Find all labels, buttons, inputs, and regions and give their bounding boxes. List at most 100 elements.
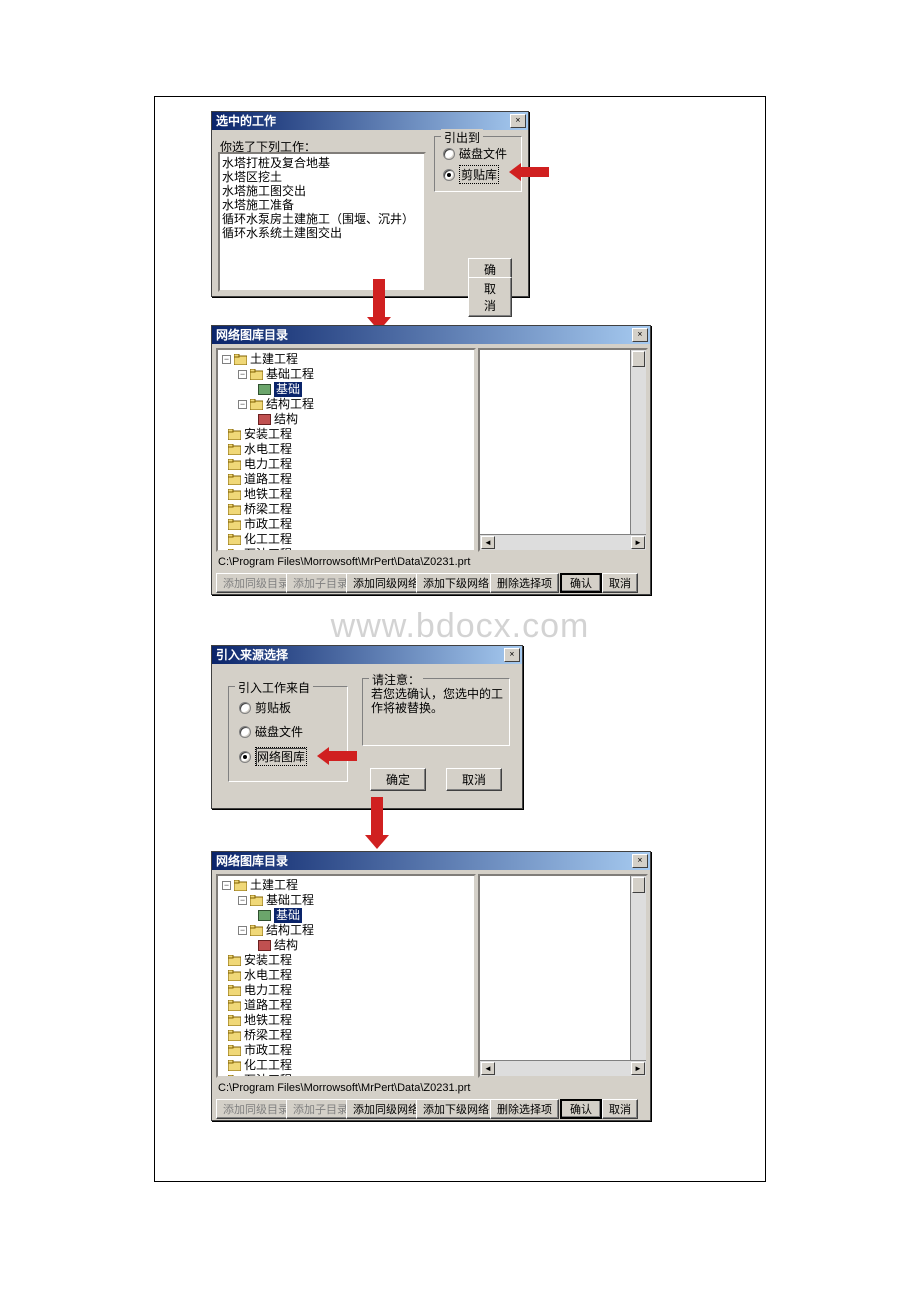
close-icon[interactable]: × <box>504 648 520 662</box>
folder-icon <box>228 955 241 966</box>
tree-leaf-selected[interactable]: 基础 <box>220 382 472 397</box>
folder-icon <box>228 504 241 515</box>
dialog-title: 网络图库目录 <box>216 326 288 344</box>
folder-icon <box>228 459 241 470</box>
add-net-sibling-button[interactable]: 添加同级网络 <box>346 1099 426 1119</box>
tree-node[interactable]: 水电工程 <box>220 442 472 457</box>
folder-icon <box>250 895 263 906</box>
close-icon[interactable]: × <box>510 114 526 128</box>
folder-icon <box>234 354 247 365</box>
tree-node[interactable]: 石油工程 <box>220 1073 472 1078</box>
tree-view[interactable]: − 土建工程 − 基础工程 基础 − 结构工程 结构 安装工 <box>216 874 476 1078</box>
radio-disk-file[interactable]: 磁盘文件 <box>239 723 303 740</box>
tree-node[interactable]: − 土建工程 <box>220 352 472 367</box>
folder-icon <box>228 970 241 981</box>
folder-icon <box>228 1000 241 1011</box>
titlebar: 网络图库目录 × <box>212 326 650 344</box>
tree-node[interactable]: − 结构工程 <box>220 923 472 938</box>
scrollbar-horizontal[interactable]: ◄► <box>480 1060 646 1076</box>
file-path: C:\Program Files\Morrowsoft\MrPert\Data\… <box>218 556 470 568</box>
collapse-icon[interactable]: − <box>222 881 231 890</box>
collapse-icon[interactable]: − <box>222 355 231 364</box>
preview-pane: ◄► <box>478 348 648 552</box>
scrollbar-vertical[interactable] <box>630 876 646 1076</box>
tree-node[interactable]: 桥梁工程 <box>220 1028 472 1043</box>
tree-node[interactable]: 道路工程 <box>220 998 472 1013</box>
tree-view[interactable]: − 土建工程 − 基础工程 基础 − 结构工程 结构 安装工 <box>216 348 476 552</box>
tree-node[interactable]: 石油工程 <box>220 547 472 552</box>
leaf-icon <box>258 940 271 951</box>
radio-icon <box>239 702 251 714</box>
tree-node[interactable]: − 土建工程 <box>220 878 472 893</box>
note-group: 请注意： 若您选确认，您选中的工作将被替换。 <box>362 678 510 746</box>
cancel-button[interactable]: 取消 <box>602 573 638 593</box>
list-item: 水塔打桩及复合地基 <box>222 156 422 170</box>
radio-disk-file[interactable]: 磁盘文件 <box>443 145 507 162</box>
delete-selected-button[interactable]: 删除选择项 <box>490 573 559 593</box>
leaf-icon <box>258 414 271 425</box>
annotation-arrow-down-icon <box>365 797 389 849</box>
tree-node[interactable]: − 结构工程 <box>220 397 472 412</box>
network-library-dialog-1: 网络图库目录 × − 土建工程 − 基础工程 基础 − 结构工程 <box>211 325 651 595</box>
collapse-icon[interactable]: − <box>238 926 247 935</box>
folder-icon <box>228 489 241 500</box>
tree-node[interactable]: − 基础工程 <box>220 893 472 908</box>
add-net-sibling-button[interactable]: 添加同级网络 <box>346 573 426 593</box>
collapse-icon[interactable]: − <box>238 370 247 379</box>
folder-icon <box>234 880 247 891</box>
tree-node[interactable]: 道路工程 <box>220 472 472 487</box>
ok-button[interactable]: 确认 <box>560 573 602 593</box>
dialog-title: 引入来源选择 <box>216 646 288 664</box>
collapse-icon[interactable]: − <box>238 400 247 409</box>
folder-icon <box>228 444 241 455</box>
titlebar: 选中的工作 × <box>212 112 528 130</box>
radio-icon <box>239 726 251 738</box>
folder-icon <box>228 1060 241 1071</box>
folder-icon <box>228 429 241 440</box>
radio-icon <box>443 169 455 181</box>
folder-icon <box>250 925 263 936</box>
radio-clipboard[interactable]: 剪贴板 <box>239 699 291 716</box>
ok-button[interactable]: 确认 <box>560 1099 602 1119</box>
annotation-arrow-icon <box>509 163 549 181</box>
add-net-child-button[interactable]: 添加下级网络 <box>416 1099 496 1119</box>
cancel-button[interactable]: 取消 <box>468 277 512 317</box>
tree-leaf-selected[interactable]: 基础 <box>220 908 472 923</box>
delete-selected-button[interactable]: 删除选择项 <box>490 1099 559 1119</box>
tree-node[interactable]: 安装工程 <box>220 427 472 442</box>
tree-node[interactable]: 水电工程 <box>220 968 472 983</box>
tree-node[interactable]: 市政工程 <box>220 1043 472 1058</box>
cancel-button[interactable]: 取消 <box>602 1099 638 1119</box>
collapse-icon[interactable]: − <box>238 896 247 905</box>
tree-node[interactable]: 地铁工程 <box>220 487 472 502</box>
tree-node[interactable]: 地铁工程 <box>220 1013 472 1028</box>
leaf-icon <box>258 384 271 395</box>
tree-node[interactable]: 电力工程 <box>220 457 472 472</box>
tree-node[interactable]: 市政工程 <box>220 517 472 532</box>
tree-node[interactable]: 安装工程 <box>220 953 472 968</box>
tree-leaf[interactable]: 结构 <box>220 938 472 953</box>
tree-node[interactable]: 桥梁工程 <box>220 502 472 517</box>
tree-node[interactable]: 电力工程 <box>220 983 472 998</box>
tree-node[interactable]: − 基础工程 <box>220 367 472 382</box>
file-path: C:\Program Files\Morrowsoft\MrPert\Data\… <box>218 1082 470 1094</box>
import-from-group: 引入工作来自 剪贴板 磁盘文件 网络图库 <box>228 686 348 782</box>
tree-leaf[interactable]: 结构 <box>220 412 472 427</box>
add-net-child-button[interactable]: 添加下级网络 <box>416 573 496 593</box>
radio-clipboard-lib[interactable]: 剪贴库 <box>443 165 499 184</box>
work-list[interactable]: 水塔打桩及复合地基 水塔区挖土 水塔施工图交出 水塔施工准备 循环水泵房土建施工… <box>218 152 426 292</box>
list-item: 水塔施工图交出 <box>222 184 422 198</box>
scrollbar-vertical[interactable] <box>630 350 646 550</box>
radio-network-library[interactable]: 网络图库 <box>239 747 307 766</box>
add-child-dir-button: 添加子目录 <box>286 573 355 593</box>
close-icon[interactable]: × <box>632 854 648 868</box>
scrollbar-horizontal[interactable]: ◄► <box>480 534 646 550</box>
tree-node[interactable]: 化工工程 <box>220 1058 472 1073</box>
close-icon[interactable]: × <box>632 328 648 342</box>
titlebar: 引入来源选择 × <box>212 646 522 664</box>
leaf-icon <box>258 910 271 921</box>
cancel-button[interactable]: 取消 <box>446 768 502 791</box>
dialog-title: 网络图库目录 <box>216 852 288 870</box>
tree-node[interactable]: 化工工程 <box>220 532 472 547</box>
ok-button[interactable]: 确定 <box>370 768 426 791</box>
